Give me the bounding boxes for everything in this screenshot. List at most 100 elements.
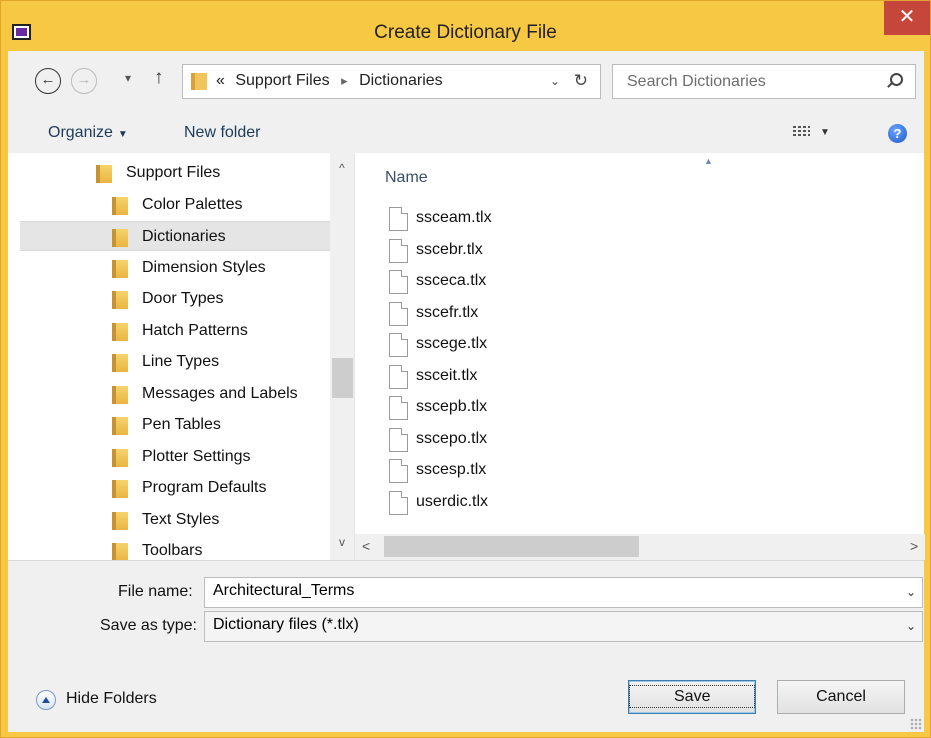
file-item[interactable]: sscefr.tlx [389,299,689,329]
file-item[interactable]: ssceca.tlx [389,267,689,297]
organize-menu[interactable]: Organize ▼ [48,124,128,142]
change-view-icon[interactable] [793,126,810,140]
up-button[interactable]: ↑ [154,67,164,89]
forward-button[interactable]: → [71,68,97,94]
tree-item-text-styles[interactable]: Text Styles [20,505,350,535]
dialog-client: ← → ▾ ↑ « Support Files ▸ Dictionaries ⌄… [8,51,925,732]
folder-icon [112,260,128,278]
tree-item-dictionaries[interactable]: Dictionaries [20,221,350,251]
tree-item-color-palettes[interactable]: Color Palettes [20,190,350,220]
scroll-up-icon[interactable]: ^ [330,161,354,175]
file-item[interactable]: sscebr.tlx [389,236,689,266]
tree-vertical-scrollbar[interactable]: ^ v [330,153,354,560]
tree-item-plotter-settings[interactable]: Plotter Settings [20,442,350,472]
breadcrumb-overflow[interactable]: « [216,72,225,89]
tree-item-door-types[interactable]: Door Types [20,284,350,314]
breadcrumb-item-dictionaries[interactable]: Dictionaries [359,72,443,89]
folder-icon [96,165,112,183]
title-bar: Create Dictionary File ✕ [1,1,930,51]
column-header-name[interactable]: Name [385,169,428,187]
file-icon [389,239,408,263]
folder-icon [191,73,207,90]
file-icon [389,270,408,294]
view-options-dropdown[interactable]: ▼ [820,127,830,138]
help-icon[interactable]: ? [888,124,907,143]
new-folder-button[interactable]: New folder [184,124,260,142]
save-button[interactable]: Save [628,680,756,714]
chevron-down-icon[interactable]: ⌄ [906,585,916,599]
navigation-bar: ← → ▾ ↑ « Support Files ▸ Dictionaries ⌄… [8,51,924,115]
save-as-type-label: Save as type: [100,617,197,634]
file-icon [389,207,408,231]
breadcrumb-separator-icon[interactable]: ▸ [341,73,348,88]
folder-icon [112,386,128,404]
organize-label: Organize [48,124,113,141]
file-item[interactable]: sscesp.tlx [389,456,689,486]
folder-tree: Support Files Color Palettes Dictionarie… [8,153,354,560]
close-button[interactable]: ✕ [884,1,930,35]
resize-grip[interactable] [910,718,922,730]
file-name-label: File name: [118,583,193,600]
search-icon[interactable] [890,73,903,86]
save-label: Save [629,685,756,708]
tree-item-toolbars[interactable]: Toolbars [20,536,350,560]
folder-icon [112,417,128,435]
folder-icon [112,323,128,341]
scroll-thumb[interactable] [332,358,353,398]
file-item[interactable]: sscege.tlx [389,330,689,360]
address-bar[interactable]: « Support Files ▸ Dictionaries ⌄ ↻ [182,64,601,99]
folder-icon [112,229,128,247]
tree-item-line-types[interactable]: Line Types [20,347,350,377]
sort-ascending-icon: ▲ [704,156,713,166]
back-button[interactable]: ← [35,68,61,94]
breadcrumb-item-support-files[interactable]: Support Files [235,72,329,89]
file-icon [389,333,408,357]
tree-item-messages-and-labels[interactable]: Messages and Labels [20,379,350,409]
file-name-value: Architectural_Terms [213,582,355,599]
folder-icon [112,291,128,309]
file-icon [389,302,408,326]
file-item[interactable]: sscepb.tlx [389,393,689,423]
scroll-left-icon[interactable]: < [362,538,370,554]
window-title: Create Dictionary File [374,22,557,43]
dialog-window: Create Dictionary File ✕ ← → ▾ ↑ « Suppo… [0,0,931,738]
search-placeholder: Search Dictionaries [627,73,766,90]
collapse-icon [36,690,56,710]
tree-item-program-defaults[interactable]: Program Defaults [20,473,350,503]
chevron-down-icon[interactable]: ⌄ [906,619,916,633]
file-item[interactable]: userdic.tlx [389,488,689,518]
file-item[interactable]: ssceit.tlx [389,362,689,392]
file-list-horizontal-scrollbar[interactable]: < > [355,534,925,560]
search-input[interactable]: Search Dictionaries [612,64,916,99]
file-icon [389,491,408,515]
folder-icon [112,543,128,560]
file-name-field[interactable]: Architectural_Terms ⌄ [204,577,923,608]
tree-item-support-files[interactable]: Support Files [20,158,350,188]
save-as-type-value: Dictionary files (*.tlx) [213,616,359,633]
save-as-type-select[interactable]: Dictionary files (*.tlx) ⌄ [204,611,923,642]
cancel-button[interactable]: Cancel [777,680,905,714]
file-item[interactable]: ssceam.tlx [389,204,689,234]
file-icon [389,365,408,389]
file-item[interactable]: sscepo.tlx [389,425,689,455]
folder-icon [112,480,128,498]
file-icon [389,459,408,483]
address-dropdown-icon[interactable]: ⌄ [550,74,560,88]
file-icon [389,396,408,420]
tree-item-hatch-patterns[interactable]: Hatch Patterns [20,316,350,346]
recent-locations-dropdown[interactable]: ▾ [125,71,131,85]
refresh-icon[interactable]: ↻ [574,71,588,91]
file-list: ▲ Name ssceam.tlx sscebr.tlx ssceca.tlx … [354,153,925,560]
scroll-thumb[interactable] [384,536,639,557]
save-form: File name: Architectural_Terms ⌄ Save as… [8,560,924,732]
folder-icon [112,197,128,215]
breadcrumb: « Support Files ▸ Dictionaries [216,72,443,90]
scroll-right-icon[interactable]: > [910,538,918,554]
file-icon [389,428,408,452]
tree-item-dimension-styles[interactable]: Dimension Styles [20,253,350,283]
folder-icon [112,449,128,467]
tree-item-pen-tables[interactable]: Pen Tables [20,410,350,440]
scroll-down-icon[interactable]: v [330,535,354,549]
hide-folders-label: Hide Folders [66,690,157,707]
command-bar: Organize ▼ New folder ▼ ? [8,115,924,153]
